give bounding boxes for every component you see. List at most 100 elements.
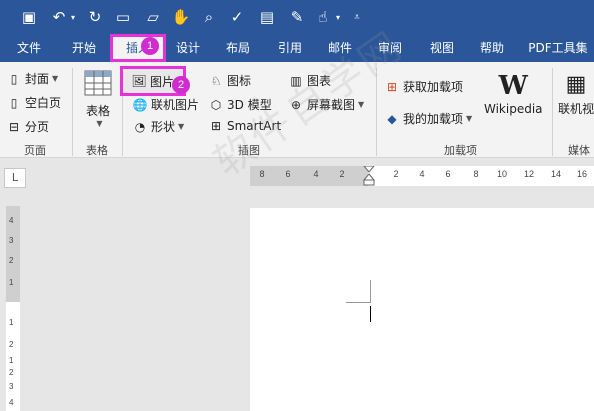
ruler-tick: 1 bbox=[9, 318, 14, 327]
video-icon: ▦ bbox=[565, 72, 587, 97]
tab-review[interactable]: 审阅 bbox=[368, 34, 412, 62]
chevron-down-icon: ▼ bbox=[466, 114, 473, 123]
get-addins-button[interactable]: ⊞ 获取加载项 bbox=[384, 78, 463, 95]
document-page[interactable] bbox=[250, 208, 594, 411]
callout-2: 2 bbox=[172, 76, 190, 94]
ruler-tick: 2 bbox=[9, 256, 14, 265]
my-addins-button[interactable]: ◆ 我的加载项 ▼ bbox=[384, 110, 472, 127]
ruler-bar: L 8 6 4 2 2 4 6 8 10 12 14 16 bbox=[0, 158, 594, 194]
callout-1: 1 bbox=[141, 37, 159, 55]
page-break-button[interactable]: ⊟ 分页 bbox=[6, 118, 49, 135]
group-separator bbox=[552, 68, 553, 156]
group-label-pages: 页面 bbox=[24, 144, 46, 157]
tab-file[interactable]: 文件 bbox=[8, 34, 50, 62]
tab-references[interactable]: 引用 bbox=[268, 34, 312, 62]
quick-access-toolbar: ▣ ↶ ▾ ↻ ▭ ▱ ✋ ⌕ ✓ ▤ ✎ ☝ ▾ ⩡ bbox=[0, 0, 594, 34]
save-icon[interactable]: ▣ bbox=[18, 6, 40, 28]
indent-marker-icon[interactable] bbox=[363, 166, 375, 186]
ruler-tick: 6 bbox=[445, 169, 451, 179]
ruler-tick: 4 bbox=[419, 169, 425, 179]
wikipedia-logo-icon: W bbox=[498, 71, 528, 101]
horizontal-ruler[interactable]: 8 6 4 2 2 4 6 8 10 12 14 16 bbox=[250, 166, 594, 186]
ruler-tick: 2 bbox=[9, 340, 14, 349]
ruler-tick: 3 bbox=[9, 236, 14, 245]
bar-chart-icon: ▥ bbox=[290, 73, 302, 88]
online-picture-icon: 🌐 bbox=[132, 97, 148, 112]
text-cursor bbox=[370, 306, 371, 322]
ruler-tick: 4 bbox=[9, 216, 14, 225]
cover-page-button[interactable]: ▯ 封面 ▼ bbox=[6, 70, 58, 87]
save-as-pdf-icon[interactable]: ▤ bbox=[256, 6, 278, 28]
table-icon bbox=[84, 70, 112, 96]
ruler-tick: 6 bbox=[285, 169, 291, 179]
ruler-tick: 12 bbox=[523, 169, 535, 179]
ribbon-insert: ▯ 封面 ▼ ▯ 空白页 ⊟ 分页 页面 表格 ▼ 表格 🖼 图片 2 🌐 联机图片 ◔ 形状… bbox=[0, 62, 594, 158]
ruler-tick: 10 bbox=[496, 169, 508, 179]
margin-crop-mark bbox=[346, 302, 371, 303]
shapes-button[interactable]: ◔ 形状 ▼ bbox=[132, 118, 184, 135]
tab-selector[interactable]: L bbox=[4, 168, 26, 188]
spelling-icon[interactable]: ✓ bbox=[226, 6, 248, 28]
addins-icon: ◆ bbox=[387, 111, 397, 126]
group-label-tables: 表格 bbox=[86, 144, 108, 157]
left-margin-area bbox=[250, 166, 368, 186]
screenshot-button[interactable]: ⊕ 屏幕截图 ▼ bbox=[288, 96, 364, 113]
page-break-icon: ⊟ bbox=[8, 119, 20, 134]
online-picture-button[interactable]: 🌐 联机图片 bbox=[132, 96, 200, 113]
group-label-addins: 加载项 bbox=[444, 144, 477, 157]
tab-layout[interactable]: 布局 bbox=[216, 34, 260, 62]
touch-icon[interactable]: ☝ bbox=[312, 6, 334, 28]
ruler-tick: 14 bbox=[550, 169, 562, 179]
chart-button[interactable]: ▥ 图表 bbox=[288, 72, 331, 89]
ruler-tick: 3 bbox=[9, 382, 14, 391]
ruler-tick: 16 bbox=[576, 169, 588, 179]
redo-icon[interactable]: ↻ bbox=[84, 6, 106, 28]
ruler-tick: 8 bbox=[473, 169, 479, 179]
table-button[interactable]: 表格 ▼ bbox=[80, 70, 116, 128]
margin-crop-mark bbox=[370, 280, 371, 302]
ruler-tick: 2 bbox=[393, 169, 399, 179]
open-icon[interactable]: ▱ bbox=[142, 6, 164, 28]
group-label-illustrations: 插图 bbox=[238, 144, 260, 157]
cube-icon: ⬡ bbox=[210, 97, 222, 112]
tab-view[interactable]: 视图 bbox=[420, 34, 464, 62]
ruler-tick: 4 bbox=[9, 398, 14, 407]
cover-page-icon: ▯ bbox=[10, 71, 18, 86]
blank-page-icon: ▯ bbox=[10, 95, 18, 110]
picture-icon: 🖼 bbox=[131, 74, 147, 88]
smartart-button[interactable]: ⊞ SmartArt bbox=[208, 118, 281, 134]
group-separator bbox=[376, 68, 377, 156]
undo-icon[interactable]: ↶ bbox=[48, 6, 70, 28]
chevron-down-icon: ▼ bbox=[52, 74, 59, 83]
blank-page-button[interactable]: ▯ 空白页 bbox=[6, 94, 61, 111]
tab-help[interactable]: 帮助 bbox=[470, 34, 514, 62]
3d-model-button[interactable]: ⬡ 3D 模型 bbox=[208, 96, 272, 113]
ruler-tick: 4 bbox=[313, 169, 319, 179]
group-separator bbox=[72, 68, 73, 156]
ruler-tick: 2 bbox=[339, 169, 345, 179]
touch-dropdown-icon[interactable]: ▾ bbox=[333, 6, 343, 28]
group-label-media: 媒体 bbox=[568, 144, 590, 157]
print-preview-icon[interactable]: ⌕ bbox=[198, 6, 220, 28]
customize-icon[interactable]: ⩡ bbox=[350, 6, 364, 28]
tab-mailings[interactable]: 邮件 bbox=[318, 34, 362, 62]
ruler-tick: 1 bbox=[9, 278, 14, 287]
chevron-down-icon: ▼ bbox=[358, 100, 365, 109]
new-icon[interactable]: ▭ bbox=[112, 6, 134, 28]
wikipedia-button[interactable]: W Wikipedia bbox=[484, 72, 543, 116]
tab-design[interactable]: 设计 bbox=[166, 34, 210, 62]
smartart-icon: ⊞ bbox=[210, 119, 222, 133]
shapes-icon: ◔ bbox=[134, 119, 146, 134]
ruler-tick: 1 bbox=[9, 356, 14, 365]
undo-dropdown-icon[interactable]: ▾ bbox=[68, 6, 78, 28]
edit-icon[interactable]: ✎ bbox=[286, 6, 308, 28]
touch-mode-icon[interactable]: ✋ bbox=[170, 6, 192, 28]
icons-button[interactable]: ♘ 图标 bbox=[208, 72, 251, 89]
vertical-ruler[interactable]: 4 3 2 1 1 2 1 2 3 4 bbox=[6, 206, 20, 411]
ruler-tick: 2 bbox=[9, 368, 14, 377]
online-video-button[interactable]: ▦ 联机视 bbox=[558, 72, 594, 117]
chevron-down-icon: ▼ bbox=[96, 119, 103, 128]
tab-pdf-tools[interactable]: PDF工具集 bbox=[522, 34, 594, 62]
store-icon: ⊞ bbox=[386, 79, 398, 94]
tab-home[interactable]: 开始 bbox=[60, 34, 108, 62]
